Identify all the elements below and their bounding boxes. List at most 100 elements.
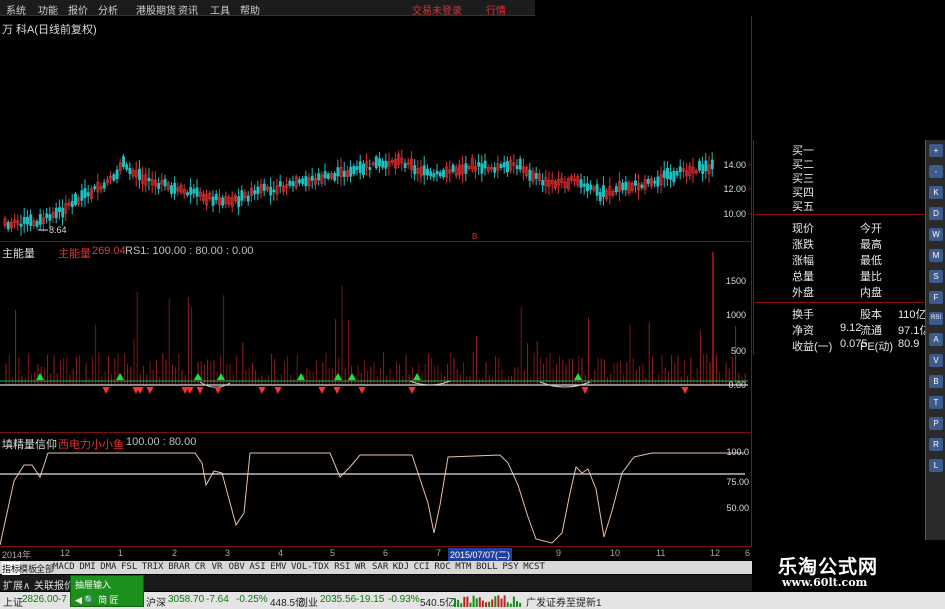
indicator-tab-sar[interactable]: SAR — [372, 562, 388, 572]
linked-quote-button[interactable]: 关联报价 — [34, 577, 74, 592]
indicator-tab-kdj[interactable]: KDJ — [393, 562, 409, 572]
indicator-tab-brar[interactable]: BRAR — [168, 562, 190, 572]
indicator-tab-指标[interactable]: 指标 — [2, 562, 21, 575]
menu-item-5[interactable]: 资讯 — [178, 2, 198, 17]
sell-signal-icon — [146, 387, 154, 394]
candle-body — [298, 179, 301, 184]
oscillator-pane[interactable]: 100.0 75.00 50.00 — [0, 433, 752, 546]
menu-alert-quote[interactable]: 行情 — [486, 2, 506, 17]
news-ticker[interactable]: 广发证券至提新1 — [526, 594, 602, 609]
quote-divider — [754, 302, 924, 303]
candle-body — [192, 188, 196, 194]
candle-body — [163, 179, 167, 187]
menu-alert-login[interactable]: 交易未登录 — [412, 2, 462, 17]
indicator-tab-trix[interactable]: TRIX — [142, 562, 164, 572]
indicator-tab-模板[interactable]: 模板 — [19, 562, 37, 575]
indicator-tab-mcst[interactable]: MCST — [523, 562, 545, 572]
indicator-tab-roc[interactable]: ROC — [434, 562, 450, 572]
indicator-tab-asi[interactable]: ASI — [249, 562, 265, 572]
indicator-tab-macd[interactable]: MACD — [53, 562, 75, 572]
mini-volume-bar — [485, 602, 487, 607]
candle-body — [317, 173, 321, 181]
date-tick-label: 4 — [278, 548, 284, 558]
candle-body — [112, 174, 116, 181]
menu-item-7[interactable]: 帮助 — [240, 2, 260, 17]
menu-item-4[interactable]: 港股期货 — [136, 2, 176, 17]
sell-signal-icon — [408, 387, 416, 394]
toolbar-icon-3[interactable]: D — [929, 207, 943, 220]
candle-body — [675, 170, 679, 176]
toolbar-icon-14[interactable]: R — [929, 438, 943, 451]
chart-area[interactable]: 万 科A(日线前复权) 8.64 B 14.00 12.00 10.00 主能量 主能量… — [0, 16, 752, 546]
expand-button[interactable]: 扩展∧ — [3, 577, 30, 592]
candle-body — [26, 216, 29, 225]
toolbar-icon-11[interactable]: B — [929, 375, 943, 388]
indicator-tab-全部[interactable]: 全部 — [36, 562, 54, 575]
indicator-tab-emv[interactable]: EMV — [270, 562, 286, 572]
toolbar-icon-8[interactable]: RSI — [929, 312, 943, 325]
toolbar-icon-5[interactable]: M — [929, 249, 943, 262]
menu-item-0[interactable]: 系统 — [6, 2, 26, 17]
menu-item-3[interactable]: 分析 — [98, 2, 118, 17]
indicator-tab-cci[interactable]: CCI — [414, 562, 430, 572]
input-popup-tools[interactable]: ◀ 🔍 简 匠 — [75, 593, 119, 606]
hs-index-label[interactable]: 沪深 — [146, 594, 166, 609]
price-candles[interactable]: 8.64 B 14.00 12.00 10.00 — [0, 16, 752, 241]
toolbar-icon-7[interactable]: F — [929, 291, 943, 304]
indicator-tab-psy[interactable]: PSY — [502, 562, 518, 572]
indicator-tab-vr[interactable]: VR — [212, 562, 223, 572]
indicator-tab-vol-tdx[interactable]: VOL-TDX — [291, 562, 329, 572]
toolbar-icon-9[interactable]: A — [929, 333, 943, 346]
indicator-tab-wr[interactable]: WR — [355, 562, 366, 572]
input-popup[interactable]: 抽屉输入 ◀ 🔍 简 匠 — [70, 575, 144, 607]
toolbar-icon-12[interactable]: T — [929, 396, 943, 409]
candle-body — [125, 164, 129, 170]
candle-body — [483, 160, 487, 169]
price-y-tick: 10.00 — [723, 209, 746, 219]
candle-body — [381, 160, 385, 168]
menu-item-2[interactable]: 报价 — [68, 2, 88, 17]
indicator-tab-mtm[interactable]: MTM — [455, 562, 471, 572]
indicator-tab-bar: 指标 模板 全部 MACD DMI DMA FSL TRIX BRAR CR VR OBV ASI EMV… — [0, 561, 752, 575]
indicator-tab-rsi[interactable]: RSI — [334, 562, 350, 572]
quote-extra-label: 换手 — [792, 309, 814, 321]
price-y-tick: 14.00 — [723, 160, 746, 170]
menu-item-6[interactable]: 工具 — [210, 2, 230, 17]
candle-body — [186, 192, 189, 196]
candle-body — [598, 191, 602, 202]
toolbar-icon-4[interactable]: W — [929, 228, 943, 241]
candle-body — [29, 214, 33, 226]
candle-body — [362, 163, 365, 175]
sh-index-label[interactable]: 上证 — [3, 594, 23, 609]
indicator-tab-boll[interactable]: BOLL — [476, 562, 498, 572]
indicator-tab-dmi[interactable]: DMI — [79, 562, 95, 572]
toolbar-icon-2[interactable]: K — [929, 186, 943, 199]
toolbar-icon-0[interactable]: + — [929, 144, 943, 157]
volume-pane[interactable]: 1500 1000 500 0.00 — [0, 242, 752, 432]
candle-body — [323, 171, 327, 178]
quote-row-label-right: 今开 — [860, 223, 882, 235]
mini-volume-bar — [488, 601, 491, 607]
date-cursor-label: 2015/07/07(二) — [448, 548, 513, 561]
hs-index-pct: -0.25% — [236, 594, 268, 605]
toolbar-icon-13[interactable]: P — [929, 417, 943, 430]
indicator-tab-dma[interactable]: DMA — [100, 562, 116, 572]
candle-body — [278, 181, 282, 187]
cy-index-label[interactable]: 创业 — [298, 594, 318, 609]
candle-body — [70, 200, 74, 208]
indicator-tab-cr[interactable]: CR — [195, 562, 206, 572]
candle-body — [86, 192, 90, 197]
toolbar-icon-15[interactable]: L — [929, 459, 943, 472]
quote-row-label: 现价 — [792, 223, 814, 235]
candle-body — [291, 181, 295, 187]
menu-item-1[interactable]: 功能 — [38, 2, 58, 17]
mini-volume-bar — [497, 595, 500, 607]
toolbar-icon-1[interactable]: - — [929, 165, 943, 178]
toolbar-icon-6[interactable]: S — [929, 270, 943, 283]
quote-row-label: 总量 — [792, 271, 814, 283]
mini-volume-bar — [509, 603, 512, 607]
indicator-tab-obv[interactable]: OBV — [229, 562, 245, 572]
volume-y-tick: 1500 — [726, 276, 746, 286]
toolbar-icon-10[interactable]: V — [929, 354, 943, 367]
indicator-tab-fsl[interactable]: FSL — [121, 562, 137, 572]
